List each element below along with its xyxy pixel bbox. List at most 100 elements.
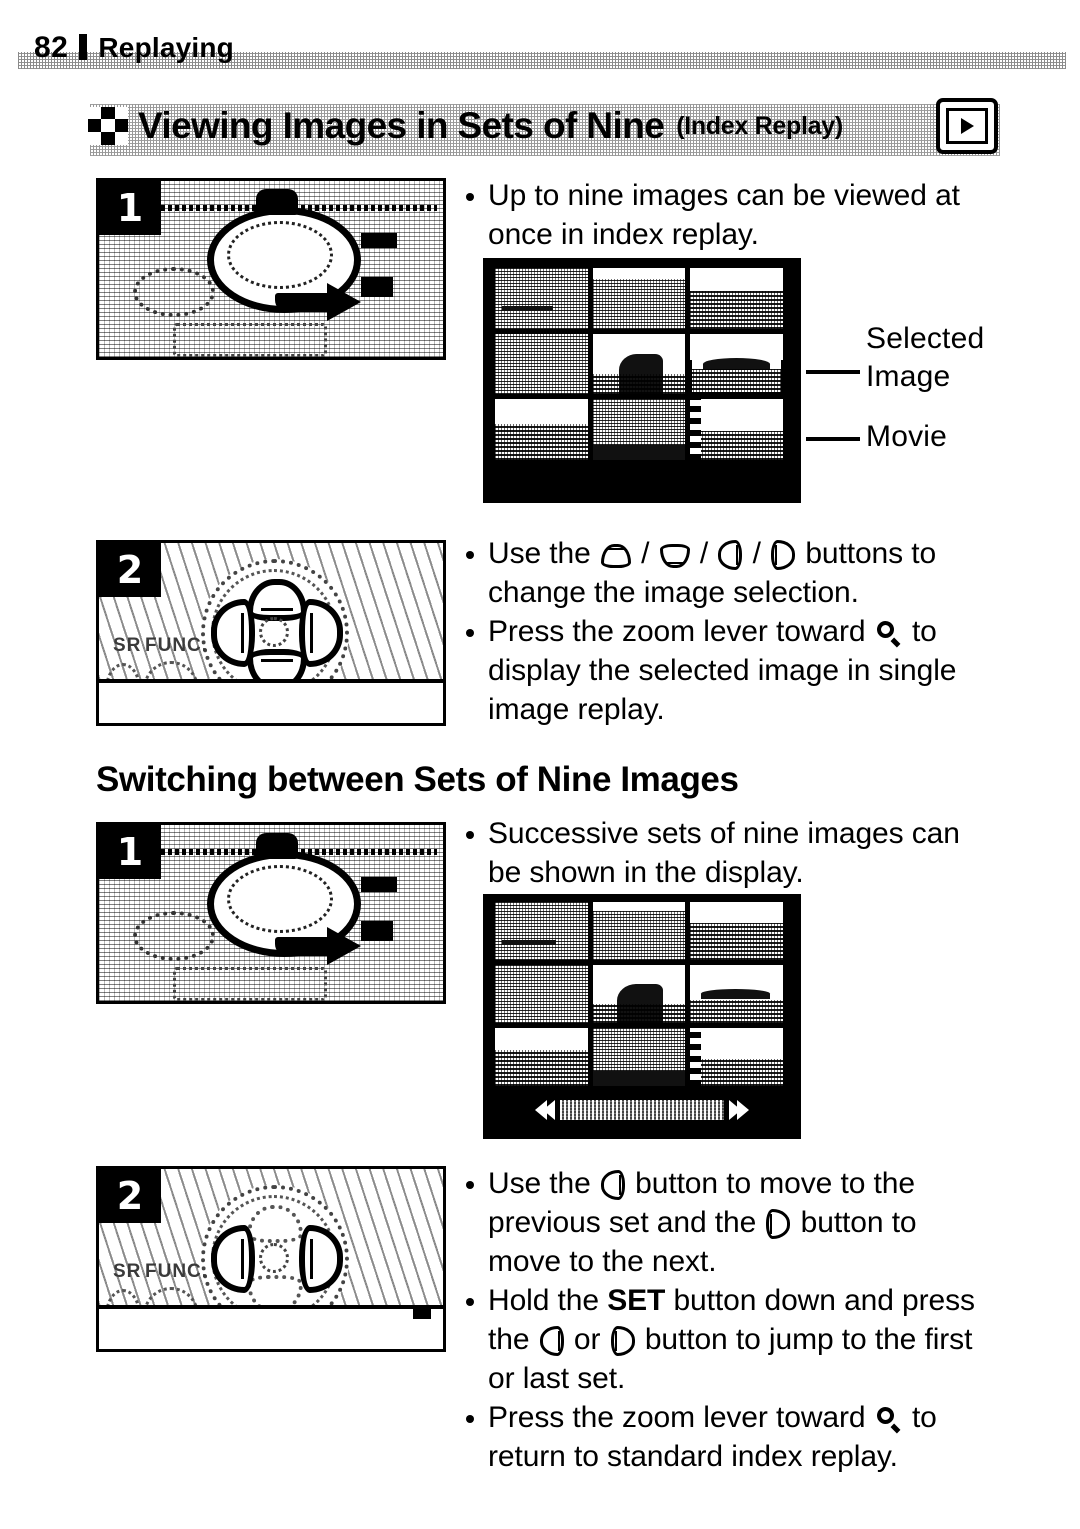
text-run: Hold the <box>488 1284 608 1317</box>
thumbnail-cell-5 <box>592 965 686 1023</box>
thumbnail-cell-8 <box>592 399 686 460</box>
index-thumbnail-grid <box>495 902 783 1086</box>
thumbnail-cell-1 <box>495 268 588 329</box>
callout-selected-image: Selected Image <box>866 322 985 393</box>
right-button-icon <box>610 1326 635 1356</box>
section-heading-inner: Viewing Images in Sets of Nine (Index Re… <box>88 92 1008 160</box>
mode-dial-grip <box>256 833 298 859</box>
thumbnail-cell-4 <box>495 965 588 1023</box>
callout-line-movie <box>806 437 860 441</box>
callout-line-selected-image <box>806 370 860 374</box>
rotate-arrow-head <box>327 927 361 965</box>
camera-front-grille <box>173 967 327 1001</box>
camera-indicator-block-lower <box>361 277 393 297</box>
body-text-block-2: Use the / / / buttons to change the imag… <box>462 534 972 729</box>
section-title: Viewing Images in Sets of Nine <box>138 105 665 146</box>
callout-movie: Movie <box>866 420 948 453</box>
thumbnail-cell-5 <box>592 333 686 395</box>
magnify-zoom-icon <box>876 1407 901 1431</box>
section-subtitle: (Index Replay) <box>676 112 843 140</box>
thumbnail-cell-8 <box>592 1028 686 1086</box>
double-right-arrow-icon-2 <box>737 1100 749 1120</box>
play-triangle-icon <box>960 118 974 134</box>
body-text-block-1: Up to nine images can be viewed at once … <box>462 176 962 254</box>
right-button-icon <box>766 1209 791 1239</box>
thumbnail-cell-2 <box>592 902 686 960</box>
step-badge-1: 1 <box>99 181 161 235</box>
checkerboard-nine-icon <box>88 107 128 145</box>
rotate-arrow-head <box>327 283 361 321</box>
thumbnail-cell-7 <box>495 399 588 460</box>
running-head-divider <box>79 34 88 60</box>
sub-heading-switching-sets: Switching between Sets of Nine Images <box>96 760 739 799</box>
index-replay-screen-with-scrollbar <box>483 894 801 1139</box>
step-badge-2b: 2 <box>99 1169 161 1223</box>
camera-bottom-mark <box>413 1309 431 1319</box>
playback-mode-icon <box>936 98 998 154</box>
rotate-arrow-tail <box>275 293 329 312</box>
camera-secondary-dial <box>133 911 215 961</box>
thumbnail-cell-9-movie <box>690 1028 783 1086</box>
set-scroll-indicator <box>535 1097 749 1123</box>
body-text-block-3: Successive sets of nine images can be sh… <box>462 814 972 892</box>
text-run: Press the zoom lever toward <box>488 615 874 648</box>
index-replay-screen <box>483 258 801 503</box>
text-run: Press the zoom lever toward <box>488 1401 874 1434</box>
thumbnail-cell-3 <box>690 902 783 960</box>
camera-bottom-edge <box>99 679 443 723</box>
magnify-zoom-icon <box>876 621 901 645</box>
down-button-icon <box>600 544 631 568</box>
bullet-item-prev-next-set: Use the button to move to the previous s… <box>462 1164 987 1281</box>
camera-label-func: FUNC. <box>145 1261 209 1282</box>
text-run: or <box>565 1323 609 1356</box>
text-run: Use the <box>488 1167 599 1200</box>
playback-icon-frame <box>946 108 988 144</box>
running-head-inner: 82 Replaying <box>34 28 234 68</box>
double-left-arrow-icon-2 <box>543 1100 555 1120</box>
mode-dial-grip <box>256 189 298 215</box>
chapter-title: Replaying <box>98 32 234 63</box>
pad-center-button <box>259 1243 289 1273</box>
rotate-arrow-tail <box>275 937 329 956</box>
thumbnail-cell-6-selected <box>688 331 785 397</box>
bullet-item-set-jump: Hold the SET button down and press the o… <box>462 1281 987 1398</box>
film-sprockets-icon <box>690 399 702 460</box>
scroll-track <box>560 1100 724 1120</box>
step-badge-1b: 1 <box>99 825 161 879</box>
film-sprockets-icon <box>690 1028 702 1086</box>
bullet-item: Successive sets of nine images can be sh… <box>462 814 972 892</box>
thumbnail-cell-7 <box>495 1028 588 1086</box>
text-run: / <box>632 537 658 570</box>
mode-dial-inner-ring <box>227 865 333 933</box>
running-head: 82 Replaying <box>0 28 1080 70</box>
camera-label-func: FUNC. <box>145 635 209 656</box>
camera-label-sr: SR <box>113 635 142 656</box>
camera-indicator-block-lower <box>361 921 393 941</box>
thumbnail-cell-3 <box>690 268 783 329</box>
camera-front-grille <box>173 323 327 357</box>
up-button-icon <box>659 544 690 568</box>
camera-secondary-dial <box>133 267 215 317</box>
pad-center-button <box>259 617 289 647</box>
left-button-icon <box>539 1326 564 1356</box>
section-heading-band: Viewing Images in Sets of Nine (Index Re… <box>0 92 1080 160</box>
camera-label-sr: SR <box>113 1261 142 1282</box>
camera-indicator-block-upper <box>361 877 397 892</box>
thumbnail-cell-6 <box>690 965 783 1023</box>
mode-dial-inner-ring <box>227 221 333 289</box>
thumbnail-cell-4 <box>495 333 588 395</box>
thumbnail-cell-2 <box>592 268 686 329</box>
set-button-label: SET <box>607 1284 666 1317</box>
text-run: / <box>691 537 717 570</box>
camera-bottom-edge <box>99 1305 443 1349</box>
left-button-icon <box>600 1170 625 1200</box>
camera-indicator-block-upper <box>361 233 397 248</box>
bullet-item-change-selection: Use the / / / buttons to change the imag… <box>462 534 972 612</box>
text-run: Use the <box>488 537 599 570</box>
index-thumbnail-grid <box>495 268 785 460</box>
thumbnail-cell-1 <box>495 902 588 960</box>
bullet-item-zoom-return: Press the zoom lever toward to return to… <box>462 1398 987 1476</box>
thumbnail-cell-9-movie <box>690 399 783 460</box>
body-text-block-4: Use the button to move to the previous s… <box>462 1164 987 1476</box>
right-button-icon <box>771 540 796 570</box>
